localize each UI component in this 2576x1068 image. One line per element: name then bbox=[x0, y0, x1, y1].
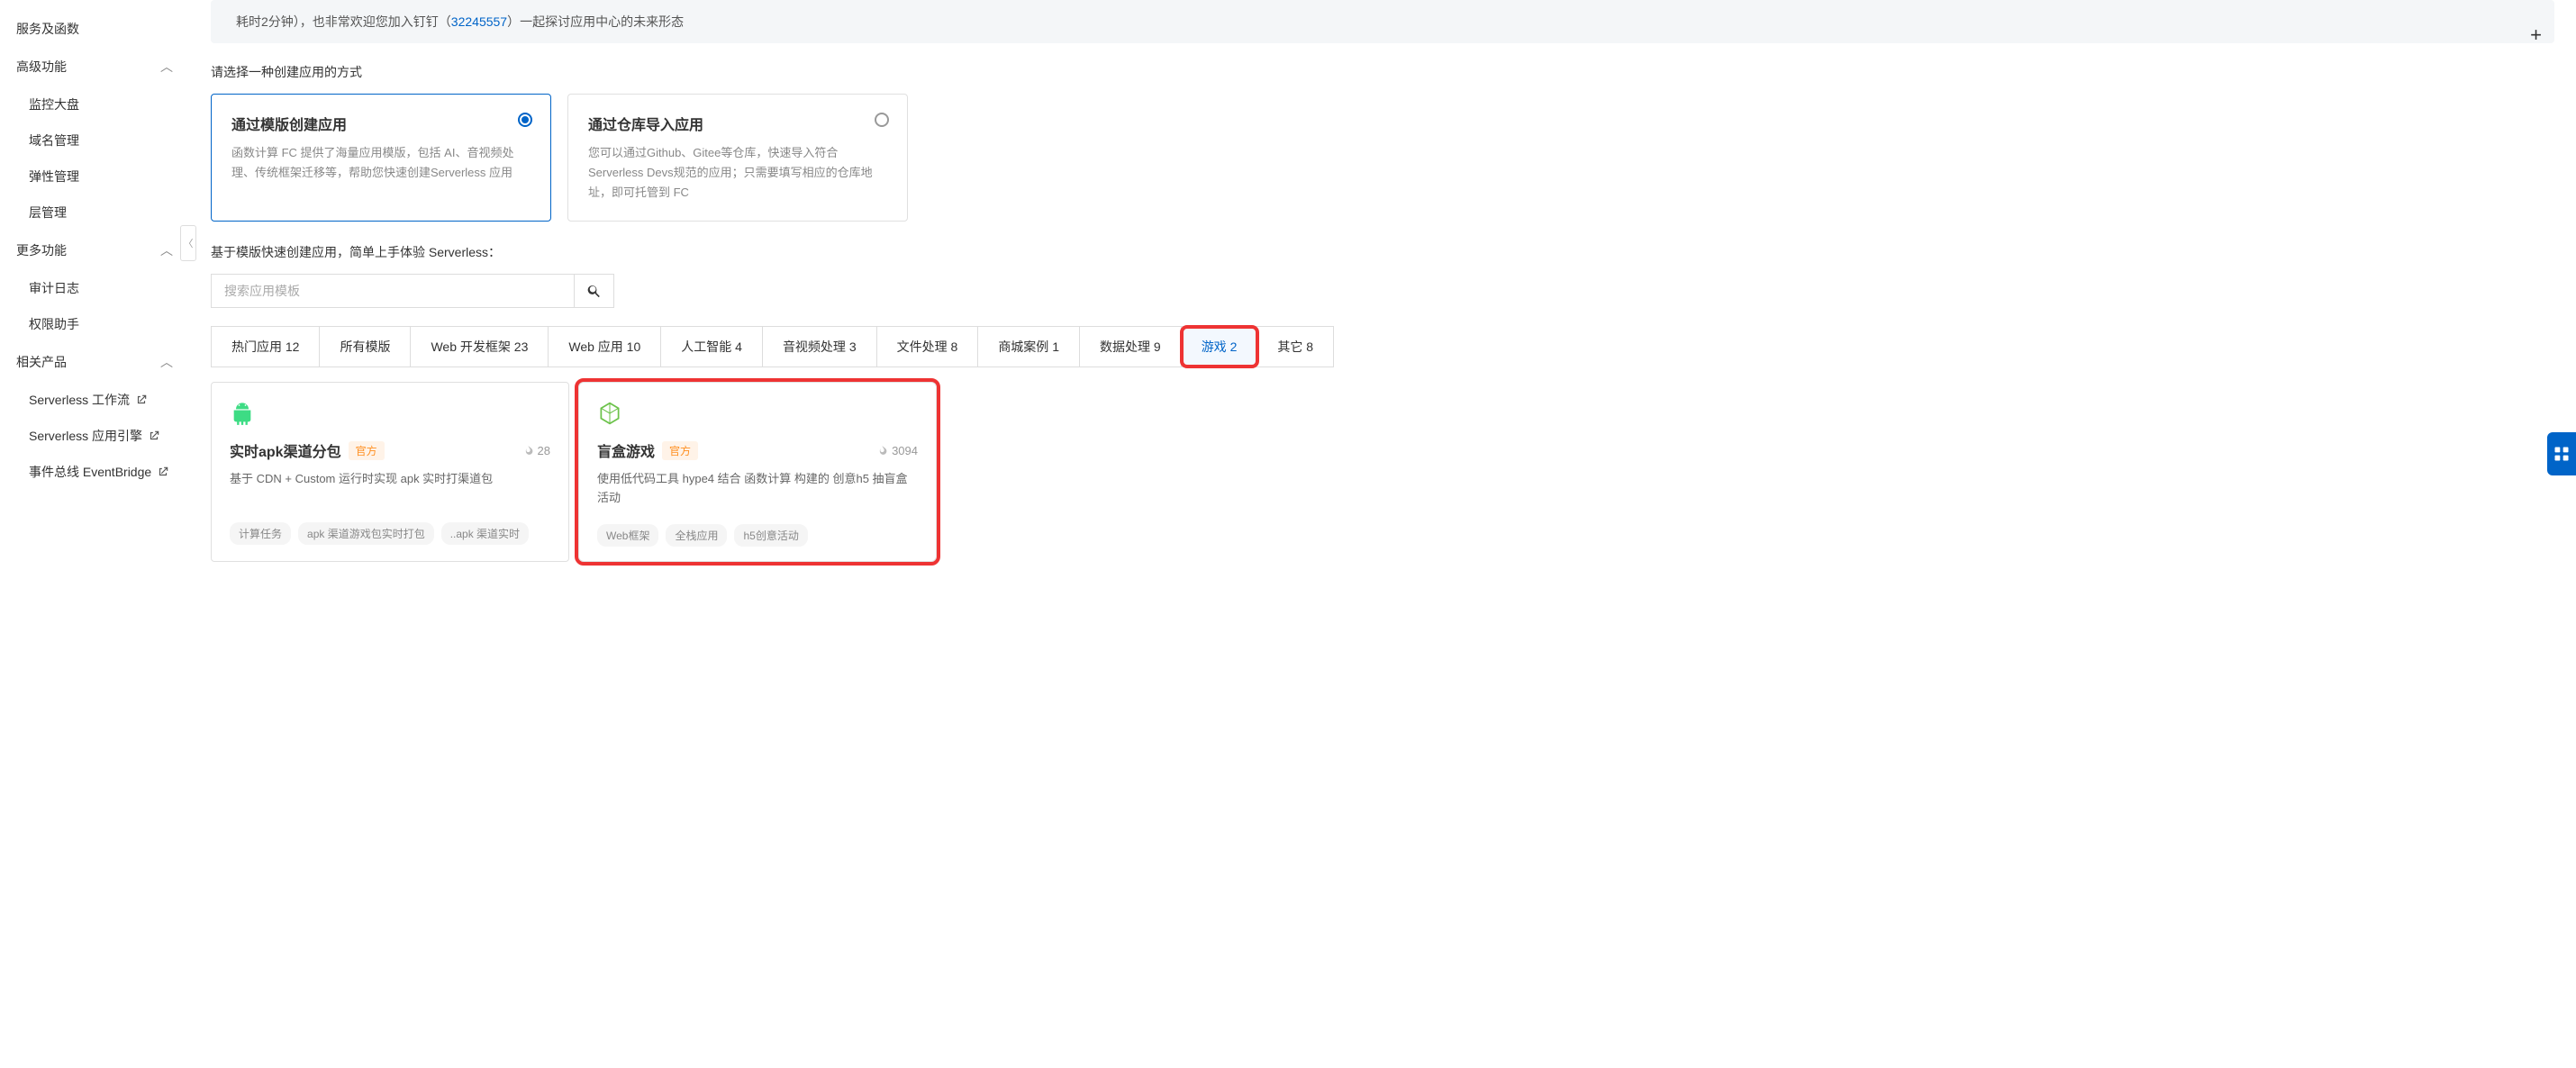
tag: h5创意活动 bbox=[734, 524, 807, 547]
card-desc: 基于 CDN + Custom 运行时实现 apk 实时打渠道包 bbox=[230, 470, 550, 506]
banner-link[interactable]: 32245557 bbox=[451, 14, 507, 29]
option-title: 通过模版创建应用 bbox=[231, 113, 531, 134]
tab-file[interactable]: 文件处理 8 bbox=[877, 327, 979, 367]
sidebar-item-workflow[interactable]: Serverless 工作流 bbox=[0, 382, 189, 418]
sidebar-group-label: 相关产品 bbox=[16, 353, 67, 371]
radio-unselected-icon bbox=[875, 113, 889, 127]
option-desc: 函数计算 FC 提供了海量应用模版，包括 AI、音视频处理、传统框架迁移等，帮助… bbox=[231, 143, 531, 183]
search-button[interactable] bbox=[574, 275, 613, 307]
sidebar-item-label: Serverless 工作流 bbox=[29, 391, 130, 409]
sidebar-group-advanced[interactable]: 高级功能 ︿ bbox=[0, 47, 189, 86]
tab-data[interactable]: 数据处理 9 bbox=[1080, 327, 1182, 367]
sidebar-item-label: 事件总线 EventBridge bbox=[29, 463, 151, 481]
sidebar-item-layer[interactable]: 层管理 bbox=[0, 195, 189, 231]
sidebar-group-label: 高级功能 bbox=[16, 58, 67, 76]
tab-audio-video[interactable]: 音视频处理 3 bbox=[763, 327, 877, 367]
sidebar-item-label: Serverless 应用引擎 bbox=[29, 427, 142, 445]
tag: apk 渠道游戏包实时打包 bbox=[298, 522, 434, 545]
chevron-left-icon: 〈 bbox=[184, 236, 194, 250]
sidebar-item-domain[interactable]: 域名管理 bbox=[0, 122, 189, 158]
android-icon bbox=[230, 401, 255, 426]
close-icon[interactable]: + bbox=[2530, 23, 2542, 47]
category-tabs: 热门应用 12 所有模版 Web 开发框架 23 Web 应用 10 人工智能 … bbox=[211, 326, 1334, 367]
sidebar-item-audit[interactable]: 审计日志 bbox=[0, 270, 189, 306]
tab-all[interactable]: 所有模版 bbox=[320, 327, 411, 367]
sidebar-group-related[interactable]: 相关产品 ︿ bbox=[0, 342, 189, 382]
banner-text: 耗时2分钟），也非常欢迎您加入钉钉（ bbox=[236, 14, 451, 29]
option-create-from-template[interactable]: 通过模版创建应用 函数计算 FC 提供了海量应用模版，包括 AI、音视频处理、传… bbox=[211, 94, 551, 222]
fire-icon bbox=[876, 445, 888, 457]
option-desc: 您可以通过Github、Gitee等仓库，快速导入符合 Serverless D… bbox=[588, 143, 887, 203]
official-badge: 官方 bbox=[662, 441, 698, 460]
sidebar-group-label: 更多功能 bbox=[16, 241, 67, 259]
official-badge: 官方 bbox=[349, 441, 385, 460]
chevron-up-icon: ︿ bbox=[160, 353, 173, 371]
tag: 计算任务 bbox=[230, 522, 291, 545]
floating-help-button[interactable] bbox=[2547, 432, 2576, 475]
template-card-apk[interactable]: 实时apk渠道分包 官方 28 基于 CDN + Custom 运行时实现 ap… bbox=[211, 382, 569, 562]
tab-web-app[interactable]: Web 应用 10 bbox=[549, 327, 661, 367]
card-title: 实时apk渠道分包 bbox=[230, 439, 341, 461]
hot-stat: 3094 bbox=[876, 444, 918, 457]
sidebar-item-elastic[interactable]: 弹性管理 bbox=[0, 158, 189, 195]
option-title: 通过仓库导入应用 bbox=[588, 113, 887, 134]
tab-game[interactable]: 游戏 2 bbox=[1182, 327, 1258, 367]
sidebar-item-permission[interactable]: 权限助手 bbox=[0, 306, 189, 342]
sidebar-group-more[interactable]: 更多功能 ︿ bbox=[0, 231, 189, 270]
option-import-from-repo[interactable]: 通过仓库导入应用 您可以通过Github、Gitee等仓库，快速导入符合 Ser… bbox=[567, 94, 908, 222]
info-banner: 耗时2分钟），也非常欢迎您加入钉钉（32245557）一起探讨应用中心的未来形态… bbox=[211, 0, 2554, 43]
tab-web-framework[interactable]: Web 开发框架 23 bbox=[411, 327, 549, 367]
nodejs-icon bbox=[597, 401, 622, 426]
main-content: 〈 耗时2分钟），也非常欢迎您加入钉钉（32245557）一起探讨应用中心的未来… bbox=[189, 0, 2576, 584]
sidebar-item-services[interactable]: 服务及函数 bbox=[0, 11, 189, 47]
tab-other[interactable]: 其它 8 bbox=[1257, 327, 1333, 367]
card-desc: 使用低代码工具 hype4 结合 函数计算 构建的 创意h5 抽盲盒活动 bbox=[597, 470, 918, 508]
external-link-icon bbox=[135, 394, 148, 406]
fire-icon bbox=[522, 445, 534, 457]
template-note: 基于模版快速创建应用，简单上手体验 Serverless： bbox=[211, 243, 2554, 261]
hot-stat: 28 bbox=[522, 444, 550, 457]
sidebar-item-monitor[interactable]: 监控大盘 bbox=[0, 86, 189, 122]
search-bar bbox=[211, 274, 614, 308]
banner-text: ）一起探讨应用中心的未来形态 bbox=[507, 14, 684, 29]
widget-icon bbox=[2553, 445, 2571, 463]
card-title: 盲盒游戏 bbox=[597, 439, 655, 461]
external-link-icon bbox=[148, 430, 160, 442]
tab-ecommerce[interactable]: 商城案例 1 bbox=[978, 327, 1080, 367]
search-input[interactable] bbox=[212, 275, 574, 307]
sidebar: 服务及函数 高级功能 ︿ 监控大盘 域名管理 弹性管理 层管理 更多功能 ︿ 审… bbox=[0, 0, 189, 584]
hot-count: 3094 bbox=[892, 444, 918, 457]
template-card-blindbox[interactable]: 盲盒游戏 官方 3094 使用低代码工具 hype4 结合 函数计算 构建的 创… bbox=[578, 382, 937, 562]
tag: 全栈应用 bbox=[666, 524, 727, 547]
search-icon bbox=[586, 283, 603, 299]
sidebar-collapse-toggle[interactable]: 〈 bbox=[180, 225, 196, 261]
tab-hot[interactable]: 热门应用 12 bbox=[212, 327, 320, 367]
tag: Web框架 bbox=[597, 524, 658, 547]
sidebar-item-sae[interactable]: Serverless 应用引擎 bbox=[0, 418, 189, 454]
tab-ai[interactable]: 人工智能 4 bbox=[661, 327, 763, 367]
external-link-icon bbox=[157, 466, 169, 478]
chevron-up-icon: ︿ bbox=[160, 241, 173, 259]
radio-selected-icon bbox=[518, 113, 532, 127]
create-method-subtitle: 请选择一种创建应用的方式 bbox=[211, 63, 2554, 81]
chevron-up-icon: ︿ bbox=[160, 58, 173, 76]
hot-count: 28 bbox=[538, 444, 550, 457]
sidebar-item-eventbridge[interactable]: 事件总线 EventBridge bbox=[0, 454, 189, 490]
tag: ..apk 渠道实时 bbox=[441, 522, 529, 545]
